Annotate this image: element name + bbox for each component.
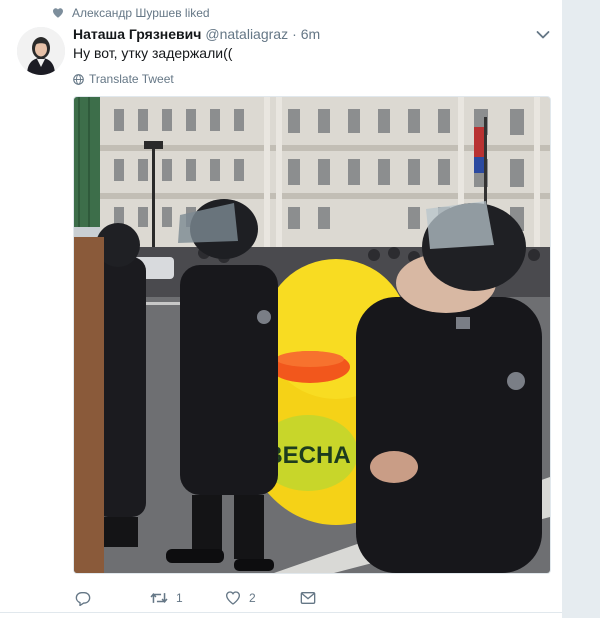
separator-dot: ·: [292, 26, 297, 42]
tweet-photo[interactable]: ВЕСНА: [73, 96, 551, 574]
retweet-icon: [150, 593, 168, 603]
translate-tweet-link[interactable]: Translate Tweet: [73, 71, 174, 87]
reply-button[interactable]: [75, 588, 150, 608]
tweet-card: Александр Шуршев liked Наташа Грязневич …: [0, 0, 562, 618]
social-context-text[interactable]: Александр Шуршев liked: [72, 6, 210, 20]
envelope-icon: [300, 592, 316, 604]
avatar-image: [17, 27, 65, 75]
tweet-text: Ну вот, утку задержали((: [73, 45, 233, 61]
photo-scene: ВЕСНА: [74, 97, 550, 573]
reply-icon: [75, 592, 91, 606]
globe-icon: [73, 73, 84, 85]
like-button[interactable]: 2: [225, 588, 300, 608]
author-handle[interactable]: @nataliagraz: [205, 26, 288, 42]
tweet-header: Наташа Грязневич @nataliagraz · 6m: [73, 26, 320, 46]
chevron-down-icon[interactable]: [536, 30, 550, 40]
like-count: 2: [249, 591, 256, 605]
heart-icon: [53, 8, 63, 18]
avatar[interactable]: [17, 27, 65, 75]
tweet-actions: 1 2: [75, 588, 316, 608]
divider: [0, 612, 562, 613]
retweet-count: 1: [176, 591, 183, 605]
direct-message-button[interactable]: [300, 588, 316, 608]
social-context: Александр Шуршев liked: [52, 4, 210, 22]
translate-tweet-label[interactable]: Translate Tweet: [89, 72, 174, 86]
author-name[interactable]: Наташа Грязневич: [73, 26, 201, 42]
page-background: [562, 0, 600, 618]
retweet-button[interactable]: 1: [150, 588, 225, 608]
duck-label: ВЕСНА: [265, 442, 350, 469]
tweet-timestamp[interactable]: 6m: [301, 26, 320, 42]
heart-outline-icon: [225, 591, 241, 605]
